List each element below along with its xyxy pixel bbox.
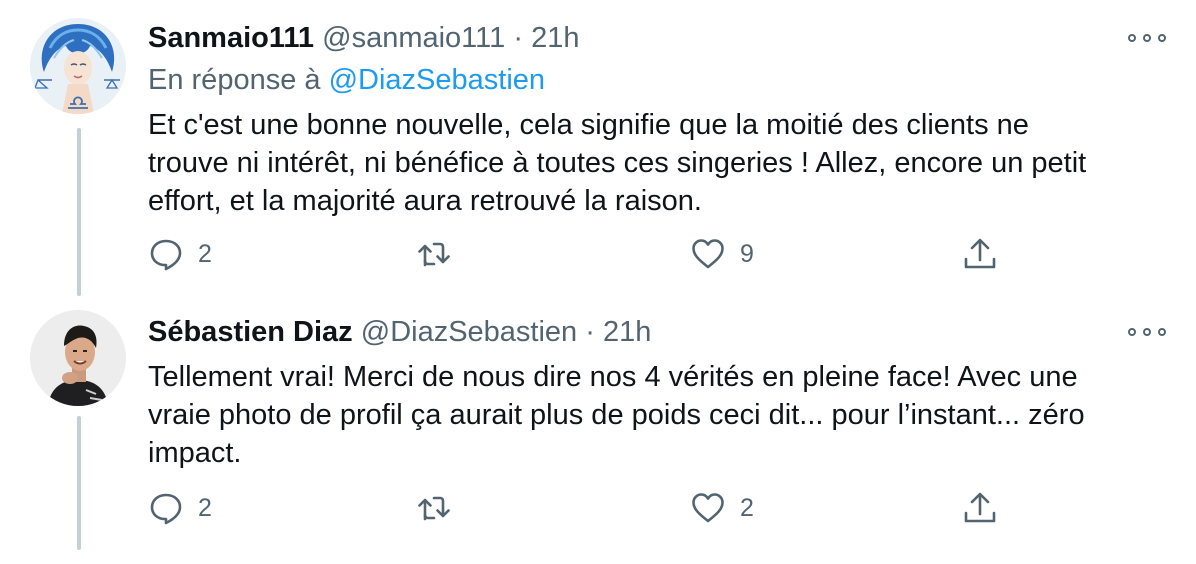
zodiac-libra-avatar-icon: [30, 18, 126, 114]
tweet-text-line: trouve ni intérêt, ni bénéfice à toutes …: [148, 147, 1087, 179]
avatar[interactable]: [30, 18, 126, 114]
heart-icon: [692, 239, 724, 269]
speech-bubble-icon: [150, 493, 182, 525]
retweet-button[interactable]: [416, 490, 452, 526]
tweet-1[interactable]: Sanmaio111 @sanmaio111 · 21h En réponse …: [0, 0, 1196, 296]
reply-prefix: En réponse à: [148, 64, 321, 96]
tweet-text-line: impact.: [148, 437, 242, 469]
reply-button[interactable]: 2: [148, 490, 212, 526]
display-name[interactable]: Sanmaio111: [148, 22, 314, 54]
reply-count: 2: [198, 239, 212, 268]
tweet-actions: 2 2: [0, 490, 1196, 530]
more-dots-icon[interactable]: [1128, 322, 1166, 342]
heart-icon: [692, 493, 724, 523]
like-count: 2: [740, 493, 754, 522]
speech-bubble-icon: [150, 239, 182, 271]
like-button[interactable]: 2: [690, 490, 754, 526]
share-button[interactable]: [962, 236, 998, 272]
reply-count: 2: [198, 493, 212, 522]
tweet-text: Et c'est une bonne nouvelle, cela signif…: [148, 106, 1158, 220]
tweet-text-line: effort, et la majorité aura retrouvé la …: [148, 185, 702, 217]
retweet-arrows-icon: [418, 242, 450, 267]
more-dots-icon[interactable]: [1128, 28, 1166, 48]
like-count: 9: [740, 239, 754, 268]
avatar[interactable]: [30, 310, 126, 406]
share-upload-icon: [964, 492, 996, 523]
like-button[interactable]: 9: [690, 236, 754, 272]
tweet-text: Tellement vrai! Merci de nous dire nos 4…: [148, 358, 1158, 472]
reply-button[interactable]: 2: [148, 236, 212, 272]
share-upload-icon: [964, 238, 996, 269]
separator-dot: ·: [513, 22, 523, 54]
tweet-text-line: vraie photo de profil ça aurait plus de …: [148, 399, 1085, 431]
user-handle[interactable]: @sanmaio111: [322, 22, 505, 54]
tweet-header: Sébastien Diaz @DiazSebastien · 21h: [148, 314, 651, 350]
tweet-header: Sanmaio111 @sanmaio111 · 21h: [148, 20, 579, 56]
share-button[interactable]: [962, 490, 998, 526]
retweet-arrows-icon: [418, 496, 450, 521]
tweet-2[interactable]: Sébastien Diaz @DiazSebastien · 21h Tell…: [0, 300, 1196, 564]
tweet-actions: 2 9: [0, 236, 1196, 276]
separator-dot: ·: [585, 316, 595, 348]
timestamp[interactable]: 21h: [531, 22, 579, 54]
reply-mention-link[interactable]: @DiazSebastien: [329, 64, 545, 96]
profile-photo-avatar-icon: [30, 310, 126, 406]
user-handle[interactable]: @DiazSebastien: [361, 316, 577, 348]
tweet-text-line: Tellement vrai! Merci de nous dire nos 4…: [148, 361, 1078, 393]
tweet-text-line: Et c'est une bonne nouvelle, cela signif…: [148, 109, 1029, 141]
reply-context: En réponse à @DiazSebastien: [148, 62, 545, 98]
display-name[interactable]: Sébastien Diaz: [148, 316, 353, 348]
retweet-button[interactable]: [416, 236, 452, 272]
timestamp[interactable]: 21h: [603, 316, 651, 348]
